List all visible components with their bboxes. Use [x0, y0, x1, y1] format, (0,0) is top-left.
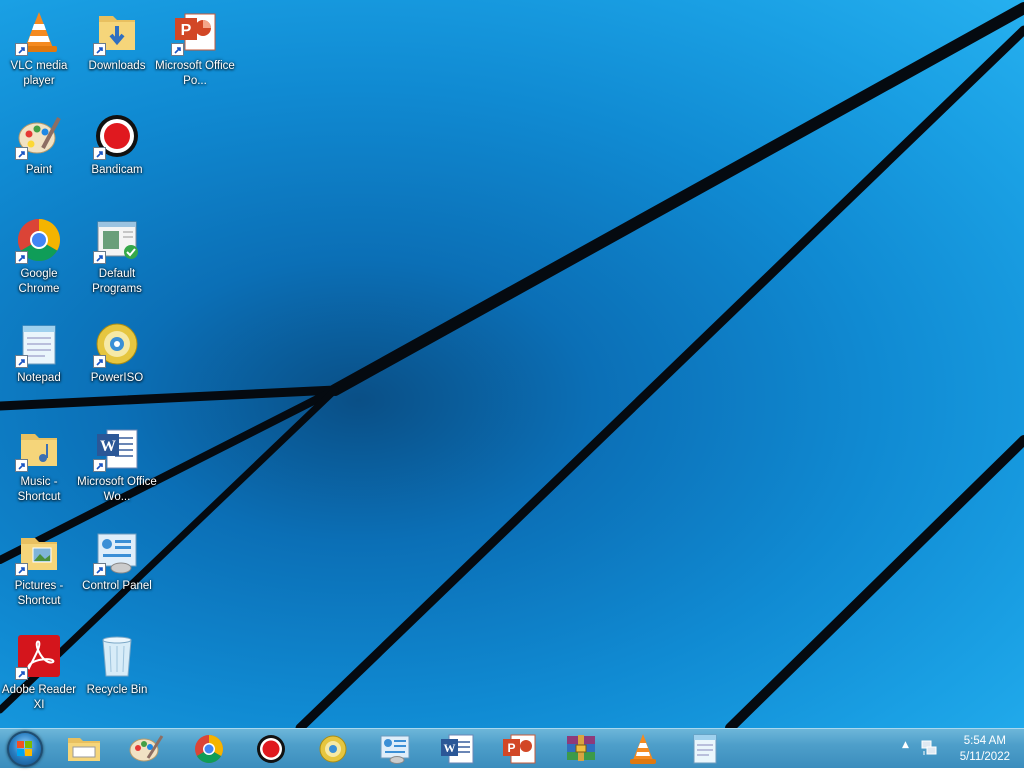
desktop-icon-downloads[interactable]: Downloads: [78, 4, 156, 104]
chrome-icon: [15, 216, 63, 264]
desktop-icon-vlc[interactable]: VLC media player: [0, 4, 78, 104]
bandicam-icon: [93, 112, 141, 160]
start-button[interactable]: [7, 731, 43, 767]
taskbar-notepad[interactable]: [685, 732, 725, 766]
taskbar-explorer[interactable]: [64, 732, 104, 766]
system-tray: ▲ 5:54 AM 5/11/2022: [884, 729, 1024, 769]
vlc-icon: [630, 734, 656, 764]
recycle-bin-icon: [93, 632, 141, 680]
svg-text:P: P: [181, 22, 192, 39]
desktop-icon-word[interactable]: W Microsoft Office Wo...: [77, 420, 157, 520]
desktop-icon-default-programs[interactable]: Default Programs: [78, 212, 156, 312]
poweriso-icon: [319, 735, 347, 763]
paint-icon: [15, 112, 63, 160]
desktop-icon-music[interactable]: Music - Shortcut: [0, 420, 78, 520]
network-icon[interactable]: [920, 739, 938, 761]
taskbar-chrome[interactable]: [189, 732, 229, 766]
word-icon: W: [93, 424, 141, 472]
pictures-folder-icon: [15, 528, 63, 576]
svg-text:W: W: [444, 741, 456, 755]
show-hidden-icons-button[interactable]: ▲: [902, 740, 909, 750]
music-folder-icon: [15, 424, 63, 472]
clock-time: 5:54 AM: [963, 735, 1006, 747]
taskbar-bandicam[interactable]: [251, 732, 291, 766]
icon-label: Pictures - Shortcut: [14, 580, 64, 607]
control-panel-icon: [380, 735, 410, 764]
icon-label: Microsoft Office Wo...: [77, 476, 157, 503]
desktop[interactable]: VLC media player Paint Google Chrome Not…: [0, 0, 1024, 728]
icon-label: Paint: [25, 164, 53, 176]
control-panel-icon: [93, 528, 141, 576]
taskbar-winrar[interactable]: [561, 732, 601, 766]
icon-label: Notepad: [17, 372, 61, 384]
powerpoint-icon: P: [171, 8, 219, 56]
start-orb-icon: [17, 741, 32, 756]
desktop-icon-chrome[interactable]: Google Chrome: [0, 212, 78, 312]
desktop-icon-control-panel[interactable]: Control Panel: [78, 524, 156, 624]
desktop-icon-notepad[interactable]: Notepad: [0, 316, 78, 416]
default-programs-icon: [93, 216, 141, 264]
taskbar-vlc[interactable]: [623, 732, 663, 766]
vlc-icon: [15, 8, 63, 56]
poweriso-icon: [93, 320, 141, 368]
icon-label: VLC media player: [10, 60, 68, 87]
winrar-icon: [567, 735, 595, 761]
desktop-icon-adobe-reader[interactable]: Adobe Reader XI: [0, 628, 78, 728]
taskbar-powerpoint[interactable]: P: [499, 732, 539, 766]
desktop-icon-powerpoint[interactable]: P Microsoft Office Po...: [155, 4, 235, 104]
icon-label: Recycle Bin: [86, 684, 148, 696]
desktop-icon-recycle-bin[interactable]: Recycle Bin: [78, 628, 156, 728]
desktop-icon-poweriso[interactable]: PowerISO: [78, 316, 156, 416]
clock-date: 5/11/2022: [959, 751, 1010, 763]
chrome-icon: [195, 735, 223, 763]
word-icon: W: [441, 734, 474, 764]
icon-label: Adobe Reader XI: [1, 684, 77, 711]
icon-label: Control Panel: [82, 580, 152, 592]
taskbar-word[interactable]: W: [437, 732, 477, 766]
icon-label: Downloads: [88, 60, 146, 72]
taskbar-poweriso[interactable]: [313, 732, 353, 766]
svg-text:P: P: [507, 741, 515, 755]
notepad-icon: [693, 734, 717, 764]
svg-text:W: W: [100, 438, 116, 455]
icon-label: PowerISO: [90, 372, 144, 384]
desktop-icon-paint[interactable]: Paint: [0, 108, 78, 208]
paint-icon: [129, 735, 164, 762]
taskbar: W P ▲ 5:54 AM 5/11/2022: [0, 728, 1024, 768]
icon-label: Bandicam: [91, 164, 143, 176]
icon-label: Default Programs: [92, 268, 142, 295]
taskbar-control-panel[interactable]: [375, 732, 415, 766]
taskbar-paint[interactable]: [126, 732, 166, 766]
icon-label: Microsoft Office Po...: [155, 60, 235, 87]
downloads-folder-icon: [93, 8, 141, 56]
explorer-icon: [68, 738, 100, 761]
clock[interactable]: 5:54 AM 5/11/2022: [960, 733, 1010, 765]
notepad-icon: [15, 320, 63, 368]
powerpoint-icon: P: [503, 734, 536, 764]
desktop-icon-pictures[interactable]: Pictures - Shortcut: [0, 524, 78, 624]
bandicam-icon: [257, 735, 285, 763]
desktop-icon-bandicam[interactable]: Bandicam: [78, 108, 156, 208]
icon-label: Music - Shortcut: [17, 476, 61, 503]
adobe-reader-icon: [15, 632, 63, 680]
icon-label: Google Chrome: [18, 268, 60, 295]
